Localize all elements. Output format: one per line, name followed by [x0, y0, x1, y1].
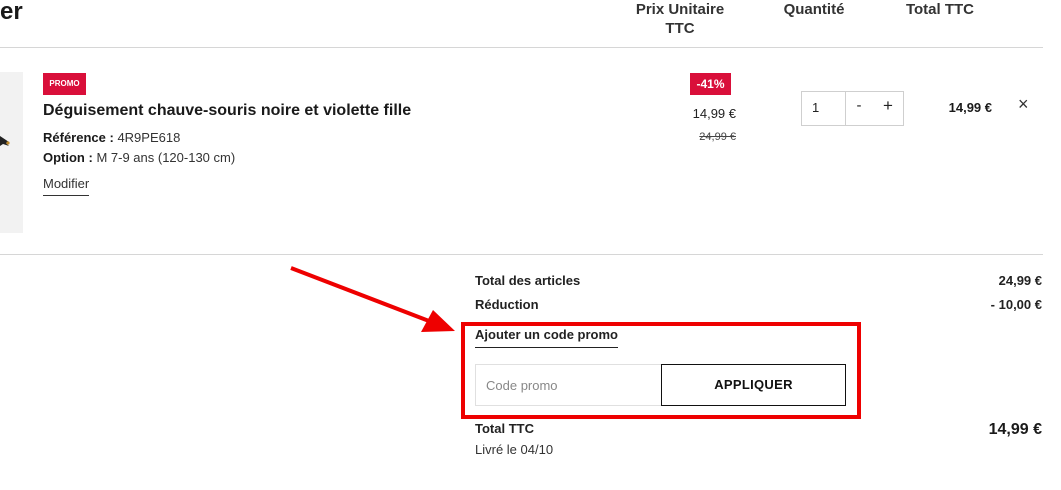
modify-link[interactable]: Modifier	[43, 176, 90, 196]
promo-badge: PROMO	[43, 73, 86, 95]
product-thumbnail[interactable]	[0, 72, 23, 233]
column-header-unit-price: Prix Unitaire TTC	[635, 1, 725, 37]
reference-value: 4R9PE618	[117, 130, 181, 145]
page-title: er	[0, 0, 23, 25]
quantity-value[interactable]: 1	[812, 100, 819, 115]
quantity-separator	[845, 92, 846, 126]
annotation-highlight-box	[461, 322, 861, 419]
reference-label: Référence :	[43, 130, 114, 145]
arrow-icon	[290, 266, 455, 332]
unit-price: 14,99 €	[692, 106, 736, 121]
items-total-value: 24,99 €	[998, 273, 1042, 288]
product-divider	[0, 254, 1043, 255]
reduction-value: - 10,00 €	[990, 297, 1042, 312]
line-total: 14,99 €	[948, 100, 992, 115]
column-header-total: Total TTC	[905, 1, 975, 18]
quantity-increase-button[interactable]: +	[880, 96, 896, 116]
reduction-label: Réduction	[475, 297, 539, 312]
product-image-fragment-icon	[0, 134, 12, 148]
grand-total-value: 14,99 €	[988, 421, 1042, 438]
discount-badge: -41%	[690, 73, 731, 95]
option-label: Option :	[43, 150, 93, 165]
items-total-label: Total des articles	[475, 273, 581, 288]
option-value: M 7-9 ans (120-130 cm)	[96, 150, 236, 165]
header-divider	[0, 47, 1043, 48]
old-price: 24,99 €	[699, 131, 736, 143]
product-option: Option : M 7-9 ans (120-130 cm)	[43, 150, 235, 165]
delivery-date: Livré le 04/10	[475, 442, 554, 457]
close-icon[interactable]: ×	[1018, 94, 1029, 115]
grand-total-label: Total TTC	[475, 421, 534, 436]
product-reference: Référence : 4R9PE618	[43, 130, 180, 145]
product-name[interactable]: Déguisement chauve-souris noire et viole…	[43, 102, 411, 120]
quantity-decrease-button[interactable]: -	[852, 97, 866, 114]
column-header-quantity: Quantité	[783, 1, 845, 18]
